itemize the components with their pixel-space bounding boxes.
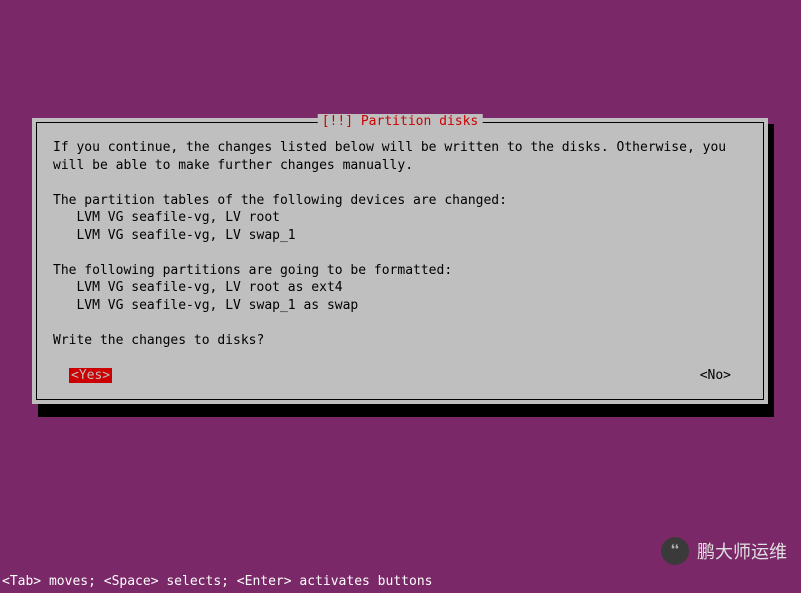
format-partition-2: LVM VG seafile-vg, LV swap_1 as swap <box>53 298 358 313</box>
no-button[interactable]: <No> <box>700 368 731 383</box>
dialog-frame: [!!] Partition disks If you continue, th… <box>36 122 764 400</box>
yes-button[interactable]: <Yes> <box>69 368 112 383</box>
format-partition-1: LVM VG seafile-vg, LV root as ext4 <box>53 280 343 295</box>
button-row: <Yes> <No> <box>53 368 747 383</box>
changed-devices-header: The partition tables of the following de… <box>53 193 507 208</box>
partition-dialog: [!!] Partition disks If you continue, th… <box>32 118 768 404</box>
dialog-para1: If you continue, the changes listed belo… <box>53 140 734 173</box>
dialog-body: If you continue, the changes listed belo… <box>53 139 747 350</box>
watermark-text: 鹏大师运维 <box>697 538 787 564</box>
wechat-icon: ❝ <box>661 537 689 565</box>
help-bar: <Tab> moves; <Space> selects; <Enter> ac… <box>2 574 432 589</box>
write-prompt: Write the changes to disks? <box>53 333 264 348</box>
changed-device-1: LVM VG seafile-vg, LV root <box>53 210 280 225</box>
dialog-title: [!!] Partition disks <box>318 114 483 129</box>
watermark: ❝ 鹏大师运维 <box>661 537 787 565</box>
changed-device-2: LVM VG seafile-vg, LV swap_1 <box>53 228 296 243</box>
format-partitions-header: The following partitions are going to be… <box>53 263 452 278</box>
